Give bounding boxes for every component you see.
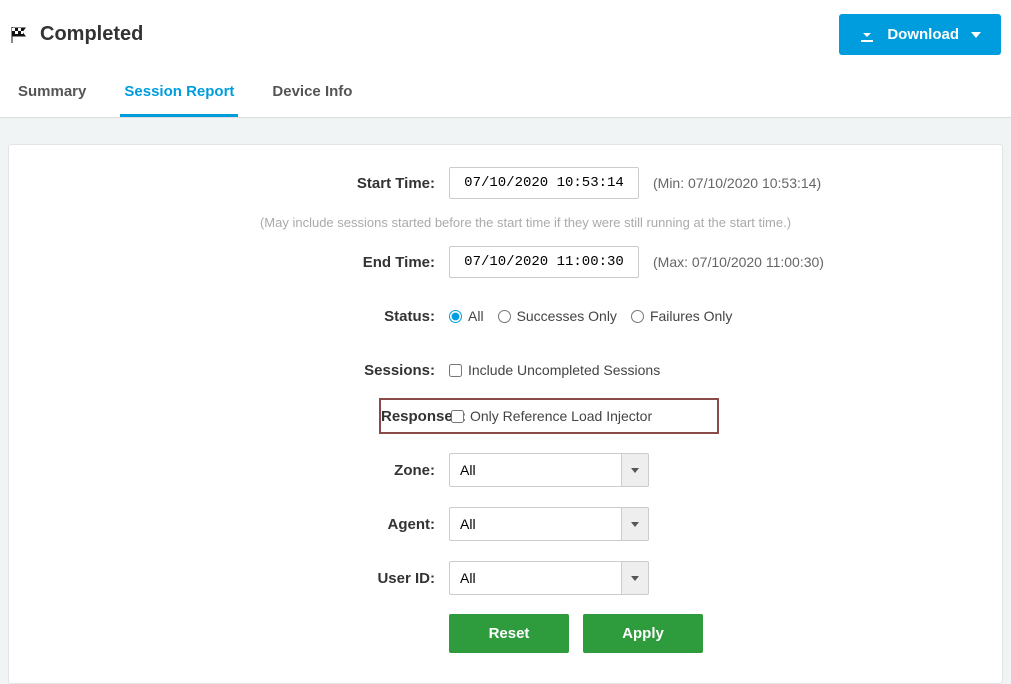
tabs: Summary Session Report Device Info [0, 63, 1011, 118]
button-row: Reset Apply [29, 614, 982, 653]
download-label: Download [887, 26, 959, 43]
status-radio-failure-input[interactable] [631, 310, 644, 323]
tab-device-info[interactable]: Device Info [268, 73, 356, 117]
page-title: Completed [40, 23, 143, 46]
label-responses: Responses: [381, 408, 451, 425]
agent-select-wrap: All [449, 507, 649, 541]
sessions-checkbox[interactable] [449, 364, 462, 377]
start-time-note: (May include sessions started before the… [29, 211, 982, 244]
label-zone: Zone: [29, 462, 449, 479]
user-id-select[interactable]: All [449, 561, 649, 595]
tab-summary[interactable]: Summary [14, 73, 90, 117]
label-status: Status: [29, 308, 449, 325]
zone-select-wrap: All [449, 453, 649, 487]
end-time-hint: (Max: 07/10/2020 11:00:30) [653, 254, 824, 270]
reset-button[interactable]: Reset [449, 614, 569, 653]
status-radio-failure[interactable]: Failures Only [631, 308, 732, 324]
workarea: Start Time: (Min: 07/10/2020 10:53:14) (… [0, 118, 1011, 684]
responses-checkbox[interactable] [451, 410, 464, 423]
agent-select[interactable]: All [449, 507, 649, 541]
label-user-id: User ID: [29, 570, 449, 587]
zone-select[interactable]: All [449, 453, 649, 487]
label-sessions: Sessions: [29, 362, 449, 379]
row-agent: Agent: All [29, 506, 982, 542]
apply-button[interactable]: Apply [583, 614, 703, 653]
row-user-id: User ID: All [29, 560, 982, 596]
chevron-down-icon [971, 32, 981, 38]
tab-session-report[interactable]: Session Report [120, 73, 238, 117]
sessions-check-label: Include Uncompleted Sessions [468, 362, 660, 378]
download-button[interactable]: Download [839, 14, 1001, 55]
row-end-time: End Time: (Max: 07/10/2020 11:00:30) [29, 244, 982, 280]
label-end-time: End Time: [29, 254, 449, 271]
sessions-checkbox-item[interactable]: Include Uncompleted Sessions [449, 362, 660, 378]
label-agent: Agent: [29, 516, 449, 533]
responses-checkbox-item[interactable]: Only Reference Load Injector [451, 408, 652, 424]
status-all-label: All [468, 308, 484, 324]
download-icon [859, 27, 875, 43]
row-zone: Zone: All [29, 452, 982, 488]
header-left: Completed [10, 23, 143, 46]
row-status: Status: All Successes Only Failures Only [29, 298, 982, 334]
status-radio-all-input[interactable] [449, 310, 462, 323]
status-success-label: Successes Only [517, 308, 617, 324]
row-start-time: Start Time: (Min: 07/10/2020 10:53:14) [29, 165, 982, 201]
user-id-select-wrap: All [449, 561, 649, 595]
page-header: Completed Download [0, 0, 1011, 63]
start-time-hint: (Min: 07/10/2020 10:53:14) [653, 175, 821, 191]
filter-panel: Start Time: (Min: 07/10/2020 10:53:14) (… [8, 144, 1003, 684]
responses-check-label: Only Reference Load Injector [470, 408, 652, 424]
start-time-input[interactable] [449, 167, 639, 199]
row-sessions: Sessions: Include Uncompleted Sessions [29, 352, 982, 388]
status-radio-all[interactable]: All [449, 308, 484, 324]
label-start-time: Start Time: [29, 175, 449, 192]
row-responses: Responses: Only Reference Load Injector [379, 398, 719, 434]
status-radio-success[interactable]: Successes Only [498, 308, 617, 324]
completed-flag-icon [10, 26, 28, 44]
status-failure-label: Failures Only [650, 308, 732, 324]
status-radio-success-input[interactable] [498, 310, 511, 323]
end-time-input[interactable] [449, 246, 639, 278]
